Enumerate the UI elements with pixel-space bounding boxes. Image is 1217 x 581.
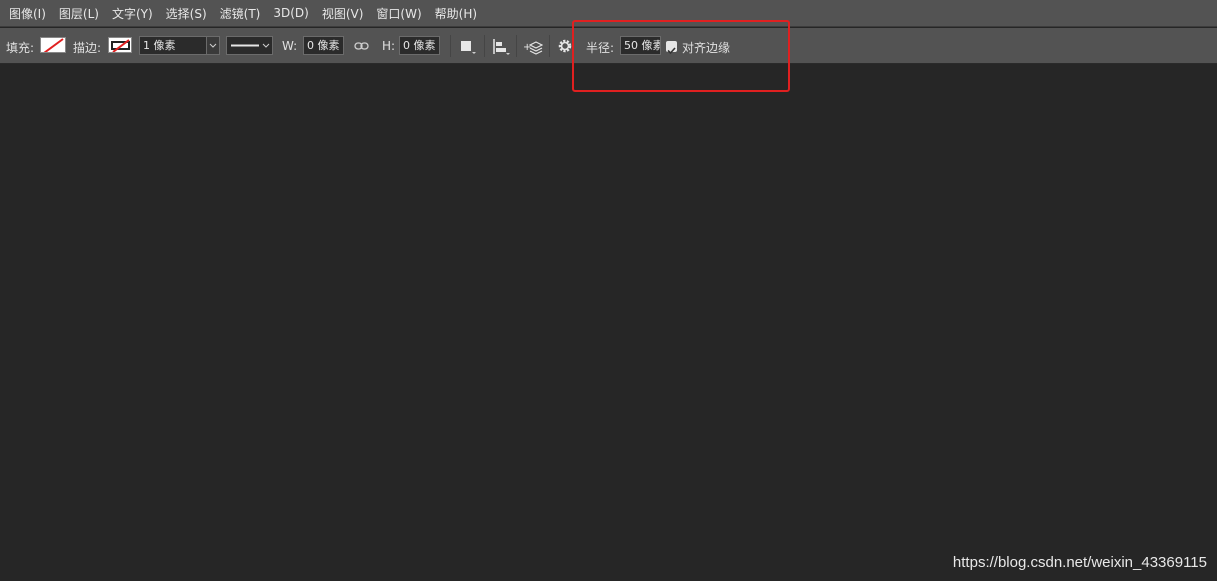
divider (450, 35, 451, 57)
highlight-annotation (572, 20, 790, 92)
menu-filter[interactable]: 滤镜(T) (216, 5, 265, 22)
watermark-text: https://blog.csdn.net/weixin_43369115 (952, 554, 1207, 571)
divider (549, 35, 550, 57)
gear-icon[interactable] (557, 38, 573, 54)
stroke-type-icon (231, 43, 270, 48)
link-icon[interactable] (354, 40, 370, 52)
fill-swatch[interactable] (40, 37, 66, 53)
menu-image[interactable]: 图像(I) (5, 5, 50, 22)
menu-window[interactable]: 窗口(W) (372, 5, 425, 22)
stroke-swatch[interactable] (108, 37, 132, 53)
stroke-color-icon (111, 39, 130, 52)
menu-layer[interactable]: 图层(L) (55, 5, 103, 22)
chevron-down-icon (209, 43, 217, 48)
divider (484, 35, 485, 57)
stroke-label: 描边: (73, 41, 102, 55)
height-label: H: (382, 39, 396, 53)
height-field[interactable]: 0 像素 (399, 36, 440, 55)
workspace-canvas[interactable] (0, 65, 1217, 581)
menu-select[interactable]: 选择(S) (162, 5, 211, 22)
stroke-width-dropdown[interactable] (206, 36, 220, 55)
stroke-width-field[interactable]: 1 像素 (139, 36, 207, 55)
width-label: W: (282, 39, 298, 53)
width-field[interactable]: 0 像素 (303, 36, 344, 55)
path-alignment-icon[interactable] (492, 38, 510, 56)
path-operations-icon[interactable] (460, 39, 476, 55)
menu-type[interactable]: 文字(Y) (108, 5, 157, 22)
stroke-type-dropdown[interactable] (226, 36, 273, 55)
menu-view[interactable]: 视图(V) (318, 5, 368, 22)
no-fill-icon (43, 38, 64, 52)
fill-label: 填充: (6, 41, 35, 55)
divider (516, 35, 517, 57)
menu-help[interactable]: 帮助(H) (431, 5, 481, 22)
menu-3d[interactable]: 3D(D) (269, 6, 312, 20)
path-arrangement-icon[interactable]: + (523, 37, 543, 57)
